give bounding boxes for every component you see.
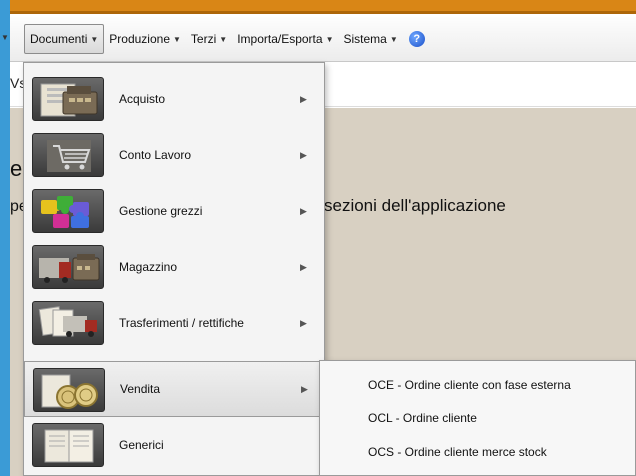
- submenu-item-oce[interactable]: OCE - Ordine cliente con fase esterna: [368, 378, 571, 392]
- submenu-item-ocl[interactable]: OCL - Ordine cliente: [368, 411, 477, 425]
- help-icon[interactable]: ?: [408, 31, 425, 47]
- menu-item-generici[interactable]: Generici: [24, 417, 324, 473]
- menu-item-acquisto[interactable]: Acquisto ▶: [24, 71, 324, 127]
- menu-item-label: Magazzino: [119, 260, 178, 274]
- menu-importa-esporta-label: Importa/Esporta: [237, 32, 323, 46]
- menu-item-label: Gestione grezzi: [119, 204, 203, 218]
- menu-terzi[interactable]: Terzi ▼: [186, 24, 232, 54]
- app-header-strip: [10, 0, 636, 14]
- chevron-down-icon: ▼: [219, 34, 228, 44]
- puzzle-pieces-icon: [32, 189, 104, 233]
- menu-item-conto-lavoro[interactable]: Conto Lavoro ▶: [24, 127, 324, 183]
- window-frame-left: [0, 0, 10, 476]
- page-title-fragment: e: [10, 156, 23, 181]
- cash-register-icon: [32, 77, 104, 121]
- chevron-down-icon: ▼: [173, 34, 181, 44]
- truck-documents-icon: [32, 301, 104, 345]
- chevron-right-icon: ▶: [300, 317, 307, 328]
- menu-item-label: Generici: [119, 438, 164, 452]
- chevron-right-icon: ▶: [300, 149, 307, 160]
- menu-documenti-label: Documenti: [30, 32, 88, 46]
- submenu-item-ocs[interactable]: OCS - Ordine cliente merce stock: [368, 445, 547, 459]
- chevron-right-icon: ▶: [300, 261, 307, 272]
- vendita-submenu: OCE - Ordine cliente con fase esterna OC…: [319, 360, 636, 476]
- documenti-dropdown: Acquisto ▶ Conto Lavoro ▶ Gestione grezz…: [23, 62, 325, 476]
- truck-register-icon: [32, 245, 104, 289]
- menu-sistema-label: Sistema: [343, 32, 387, 46]
- chevron-down-icon[interactable]: ▼: [1, 33, 9, 42]
- menu-terzi-label: Terzi: [190, 32, 217, 46]
- menu-item-label: Conto Lavoro: [119, 148, 192, 162]
- menu-item-vendita[interactable]: Vendita ▶: [24, 361, 324, 417]
- menu-item-label: Trasferimenti / rettifiche: [119, 316, 244, 330]
- coins-icon: [33, 368, 105, 412]
- menu-item-gestione-grezzi[interactable]: Gestione grezzi ▶: [24, 183, 324, 239]
- menu-bar: Documenti ▼ Produzione ▼ Terzi ▼ Importa…: [10, 17, 636, 62]
- menu-item-magazzino[interactable]: Magazzino ▶: [24, 239, 324, 295]
- menu-item-label: Acquisto: [119, 92, 166, 106]
- menu-item-trasferimenti-rettifiche[interactable]: Trasferimenti / rettifiche ▶: [24, 295, 324, 351]
- chevron-right-icon: ▶: [300, 93, 307, 104]
- chevron-down-icon: ▼: [389, 34, 398, 44]
- menu-item-label: Vendita: [120, 382, 161, 396]
- page-description: sezioni dell'applicazione: [324, 196, 506, 215]
- chevron-down-icon: ▼: [325, 34, 334, 44]
- chevron-right-icon: ▶: [300, 205, 307, 216]
- menu-documenti[interactable]: Documenti ▼: [24, 24, 105, 54]
- menu-importa-esporta[interactable]: Importa/Esporta ▼: [232, 24, 338, 54]
- chevron-right-icon: ▶: [301, 383, 308, 394]
- menu-produzione-label: Produzione: [109, 32, 170, 46]
- menu-produzione[interactable]: Produzione ▼: [104, 24, 186, 54]
- shopping-cart-icon: [32, 133, 104, 177]
- documents-icon: [32, 423, 104, 467]
- chevron-down-icon: ▼: [90, 34, 99, 44]
- menu-sistema[interactable]: Sistema ▼: [338, 24, 402, 54]
